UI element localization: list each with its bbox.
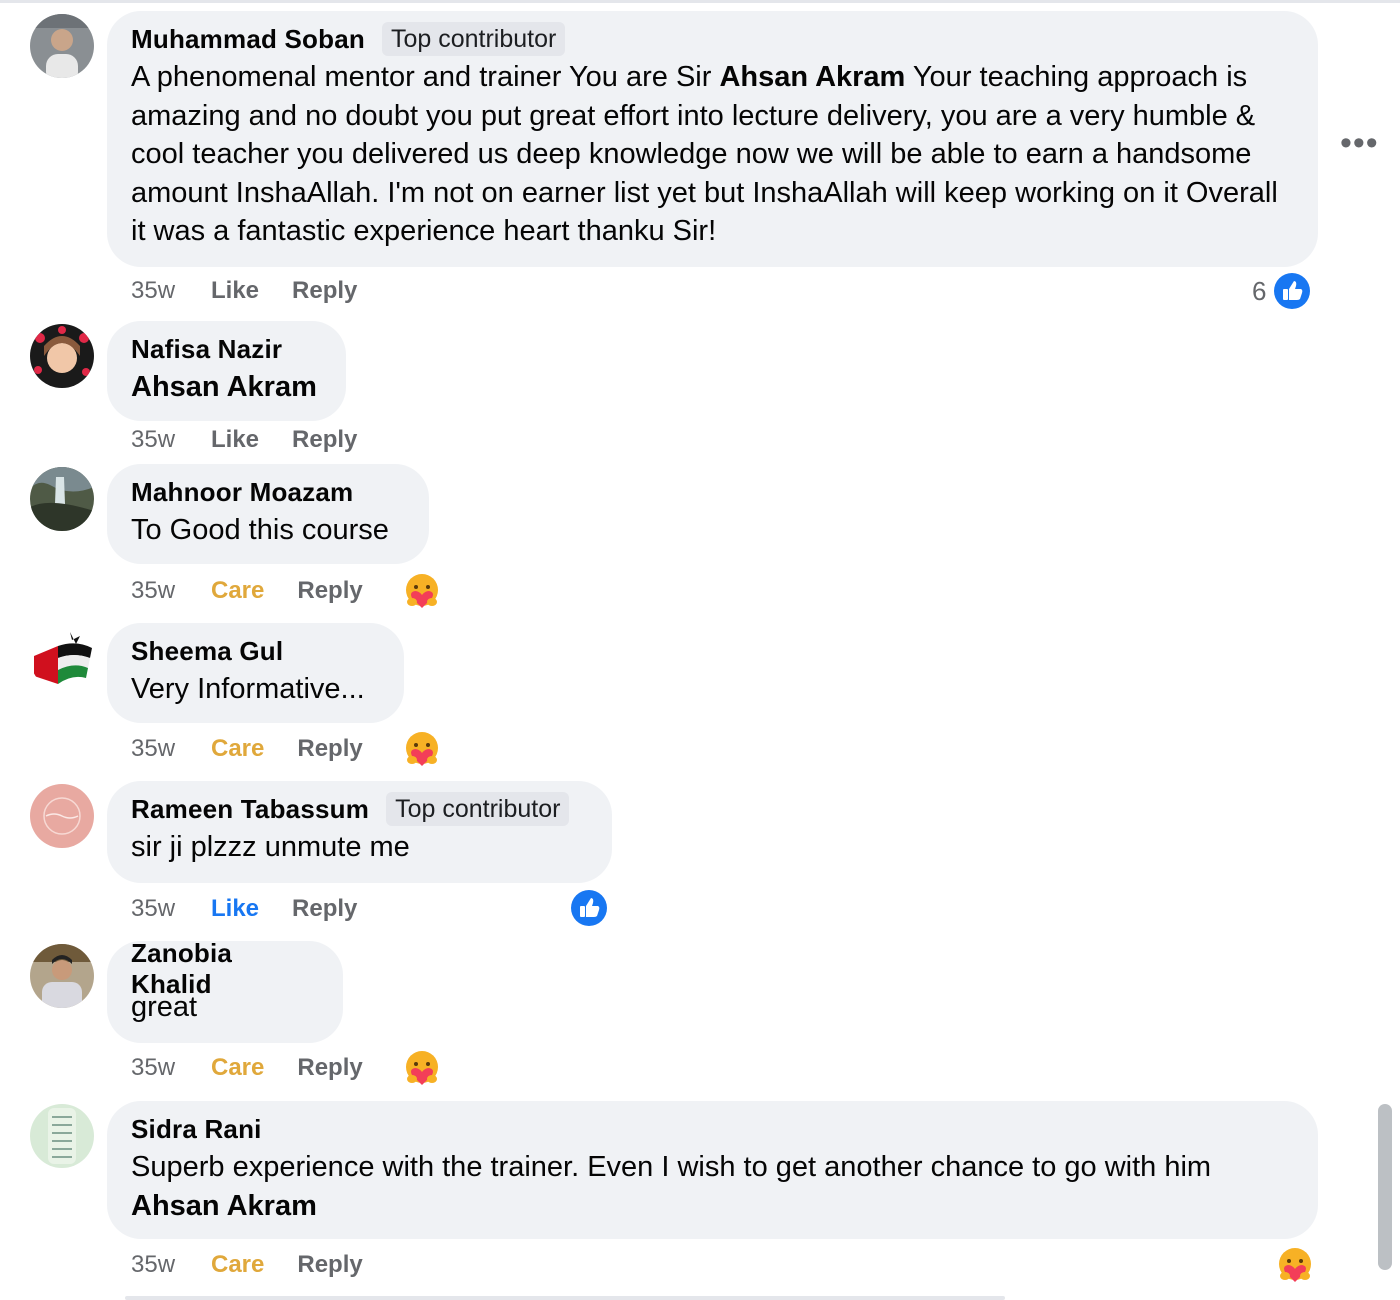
avatar[interactable] [30, 784, 94, 848]
timestamp[interactable]: 35w [131, 426, 211, 454]
reply-button[interactable]: Reply [292, 426, 357, 454]
care-icon[interactable] [1276, 1246, 1314, 1284]
care-icon[interactable] [403, 1049, 441, 1087]
reply-button[interactable]: Reply [292, 277, 357, 305]
mention-link[interactable]: Ahsan Akram [131, 371, 317, 403]
commenter-name[interactable]: Mahnoor Moazam [131, 477, 353, 508]
like-button[interactable]: Like [211, 426, 259, 454]
like-button[interactable]: Like [211, 277, 259, 305]
avatar[interactable] [30, 626, 94, 690]
commenter-name[interactable]: Rameen Tabassum [131, 794, 369, 825]
next-comment-edge [125, 1296, 1005, 1300]
reply-button[interactable]: Reply [297, 577, 362, 605]
like-icon[interactable] [570, 889, 608, 927]
comment-bubble: Mahnoor Moazam To Good this course [107, 464, 429, 564]
reply-button[interactable]: Reply [297, 1251, 362, 1279]
commenter-name[interactable]: Muhammad Soban [131, 24, 365, 55]
comment-bubble: Sheema Gul Very Informative... [107, 623, 404, 723]
care-button[interactable]: Care [211, 735, 264, 763]
timestamp[interactable]: 35w [131, 735, 211, 763]
reaction-count[interactable]: 6 [1252, 276, 1266, 307]
comment-actions: 35w Care Reply [131, 577, 396, 605]
care-icon[interactable] [403, 730, 441, 768]
like-icon[interactable] [1273, 272, 1311, 310]
timestamp[interactable]: 35w [131, 1054, 211, 1082]
top-contributor-badge: Top contributor [386, 792, 570, 826]
care-button[interactable]: Care [211, 577, 264, 605]
care-icon[interactable] [403, 572, 441, 610]
reply-button[interactable]: Reply [297, 1054, 362, 1082]
comment-text: Ahsan Akram [131, 368, 322, 407]
comment-actions: 35w Care Reply [131, 1251, 396, 1279]
top-contributor-badge: Top contributor [381, 22, 566, 56]
timestamp[interactable]: 35w [131, 277, 211, 305]
reply-button[interactable]: Reply [297, 735, 362, 763]
top-divider [0, 0, 1400, 3]
reply-button[interactable]: Reply [292, 895, 357, 923]
avatar[interactable] [30, 14, 94, 78]
comment-bubble: Sidra Rani Superb experience with the tr… [107, 1101, 1318, 1239]
more-options-icon[interactable]: ••• [1340, 124, 1379, 163]
timestamp[interactable]: 35w [131, 895, 211, 923]
comment-bubble: Nafisa Nazir Ahsan Akram [107, 321, 346, 421]
comment-actions: 35w Care Reply [131, 1054, 396, 1082]
avatar[interactable] [30, 467, 94, 531]
comment-bubble: Zanobia Khalid great [107, 938, 343, 1043]
care-button[interactable]: Care [211, 1251, 264, 1279]
comment-actions: 35w Care Reply [131, 735, 396, 763]
comment-text: sir ji plzzz unmute me [131, 831, 410, 863]
scrollbar-thumb[interactable] [1378, 1104, 1392, 1270]
comment-text: Superb experience with the trainer. Even… [131, 1151, 1212, 1222]
commenter-name[interactable]: Nafisa Nazir [131, 334, 282, 365]
comment-bubble: Muhammad Soban Top contributor A phenome… [107, 11, 1318, 267]
comment-text: Very Informative... [131, 673, 365, 705]
avatar[interactable] [30, 1104, 94, 1168]
mention-link[interactable]: Ahsan Akram [719, 61, 905, 93]
comment-actions: 35w Like Reply [131, 895, 390, 923]
timestamp[interactable]: 35w [131, 577, 211, 605]
commenter-name[interactable]: Sheema Gul [131, 636, 283, 667]
comment-text: To Good this course [131, 514, 389, 546]
comment-actions: 35w Like Reply [131, 277, 390, 305]
mention-link[interactable]: Ahsan Akram [131, 1190, 317, 1222]
comment-text: A phenomenal mentor and trainer You are … [131, 61, 1278, 247]
commenter-name[interactable]: Sidra Rani [131, 1114, 262, 1145]
timestamp[interactable]: 35w [131, 1251, 211, 1279]
comment-actions: 35w Like Reply [131, 426, 390, 454]
care-button[interactable]: Care [211, 1054, 264, 1082]
comment-bubble: Rameen Tabassum Top contributor sir ji p… [107, 781, 612, 883]
avatar[interactable] [30, 944, 94, 1008]
like-button[interactable]: Like [211, 895, 259, 923]
avatar[interactable] [30, 324, 94, 388]
